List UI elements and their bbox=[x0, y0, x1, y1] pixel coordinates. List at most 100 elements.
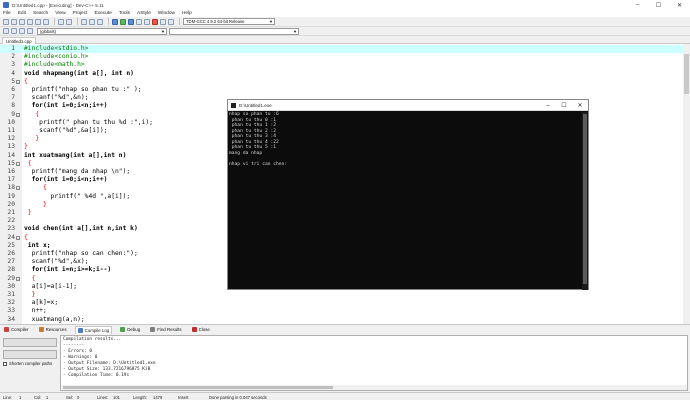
goto-icon[interactable] bbox=[97, 18, 103, 25]
editor-vertical-scrollbar[interactable] bbox=[683, 44, 690, 324]
fold-toggle-icon[interactable]: - bbox=[16, 276, 20, 281]
toolbar-divider bbox=[179, 18, 180, 25]
compile-run-icon[interactable] bbox=[128, 18, 134, 25]
console-scrollbar[interactable] bbox=[582, 112, 588, 290]
line-number: 6 bbox=[11, 86, 15, 93]
code-text: int x; bbox=[24, 241, 51, 249]
code-line[interactable]: 6 printf("nhap so phan tu :" ); bbox=[0, 86, 690, 94]
undo-icon[interactable] bbox=[58, 18, 64, 25]
tab-compiler[interactable]: Compiler bbox=[2, 326, 31, 334]
console-window[interactable]: D:\Untitled1.exe – ☐ ✕ nhap so phan tu :… bbox=[227, 99, 589, 290]
code-line[interactable]: 34 xuatmang(a,n); bbox=[0, 316, 690, 324]
scrollbar-thumb[interactable] bbox=[63, 386, 333, 389]
toggle-bookmark-icon[interactable] bbox=[19, 28, 25, 34]
debug-icon[interactable] bbox=[160, 18, 166, 25]
new-file-icon[interactable] bbox=[3, 18, 9, 25]
tab-close[interactable]: Close bbox=[190, 326, 212, 334]
rebuild-icon[interactable] bbox=[136, 18, 142, 25]
fold-toggle-icon[interactable]: - bbox=[16, 186, 20, 191]
code-line[interactable]: 4 void nhapmang(int a[], int n) bbox=[0, 70, 690, 78]
secondary-toolbar: (globals) ▼ ▼ bbox=[0, 27, 690, 36]
tab-debug[interactable]: Debug bbox=[118, 326, 142, 334]
code-line[interactable]: 32 a[k]=x; bbox=[0, 299, 690, 307]
find-results-icon bbox=[150, 327, 156, 332]
close-window-button[interactable]: ✕ bbox=[669, 0, 690, 10]
line-number: 34 bbox=[7, 315, 15, 323]
console-minimize-button[interactable]: – bbox=[540, 100, 556, 111]
tab-debug-label: Debug bbox=[127, 327, 141, 332]
function-select[interactable]: ▼ bbox=[169, 27, 299, 35]
scope-select[interactable]: (globals) ▼ bbox=[37, 27, 167, 35]
scrollbar-thumb[interactable] bbox=[684, 54, 689, 94]
code-line[interactable]: 2 #include<conio.h> bbox=[0, 53, 690, 61]
menu-file[interactable]: File bbox=[3, 11, 11, 16]
replace-icon[interactable] bbox=[89, 18, 95, 25]
status-mode: Insert bbox=[178, 394, 189, 400]
tab-untitled1[interactable]: Untitled1.cpp bbox=[2, 37, 36, 44]
open-file-icon[interactable] bbox=[11, 18, 17, 25]
log-line: - Compilation Time: 0.19s bbox=[63, 373, 130, 378]
code-line[interactable]: 3 #include<math.h> bbox=[0, 61, 690, 69]
code-text: { bbox=[24, 233, 28, 241]
code-line[interactable]: 31 } bbox=[0, 291, 690, 299]
menu-edit[interactable]: Edit bbox=[18, 11, 26, 16]
line-number: 18 bbox=[7, 184, 15, 192]
code-text: scanf("%d",&a[i]); bbox=[24, 127, 108, 134]
code-line[interactable]: 33 n++; bbox=[0, 307, 690, 315]
profile-icon[interactable] bbox=[168, 18, 174, 25]
tab-resources[interactable]: Resources bbox=[37, 326, 69, 334]
run-icon[interactable] bbox=[120, 18, 126, 25]
compile-icon[interactable] bbox=[112, 18, 118, 25]
toolbar-divider bbox=[54, 18, 55, 25]
menu-view[interactable]: View bbox=[55, 11, 65, 16]
compiler-select[interactable]: TDM-GCC 4.9.2 64-bit Release ▼ bbox=[183, 18, 275, 25]
abort-compilation-button[interactable] bbox=[3, 338, 57, 347]
menu-search[interactable]: Search bbox=[33, 11, 48, 16]
code-text: { bbox=[24, 159, 32, 167]
fold-toggle-icon[interactable]: - bbox=[16, 112, 20, 117]
goto-bookmark-icon[interactable] bbox=[27, 28, 33, 34]
insert-icon[interactable] bbox=[11, 28, 17, 34]
menu-tools[interactable]: Tools bbox=[119, 11, 130, 16]
print-icon[interactable] bbox=[43, 18, 49, 25]
tab-compile-log[interactable]: Compile Log bbox=[74, 325, 113, 334]
log-action-button[interactable] bbox=[3, 350, 57, 359]
code-text: n++; bbox=[24, 307, 47, 315]
save-all-icon[interactable] bbox=[27, 18, 33, 25]
menu-execute[interactable]: Execute bbox=[94, 11, 111, 16]
console-maximize-button[interactable]: ☐ bbox=[556, 100, 572, 111]
tab-find-results[interactable]: Find Results bbox=[148, 326, 183, 334]
code-line[interactable]: 5-{ bbox=[0, 78, 690, 86]
console-close-button[interactable]: ✕ bbox=[572, 100, 588, 111]
menu-astyle[interactable]: AStyle bbox=[137, 11, 151, 16]
title-bar: D:\Untitled1.cpp - [Executing] - Dev-C++… bbox=[0, 0, 690, 10]
save-icon[interactable] bbox=[19, 18, 25, 25]
class-browser-icon[interactable] bbox=[3, 28, 9, 34]
compile-log-output[interactable]: Compilation results... -------- - Errors: … bbox=[60, 335, 688, 391]
minimize-button[interactable]: – bbox=[627, 0, 648, 10]
menu-window[interactable]: Window bbox=[158, 11, 175, 16]
find-icon[interactable] bbox=[81, 18, 87, 25]
menu-help[interactable]: Help bbox=[182, 11, 192, 16]
code-line[interactable]: 1 #include<stdio.h> bbox=[0, 45, 690, 54]
log-horizontal-scrollbar[interactable] bbox=[61, 385, 687, 390]
redo-icon[interactable] bbox=[66, 18, 72, 25]
compile-log-icon bbox=[77, 327, 83, 333]
main-toolbar: TDM-GCC 4.9.2 64-bit Release ▼ bbox=[0, 17, 690, 27]
checkbox-box[interactable] bbox=[3, 361, 7, 366]
menu-project[interactable]: Project bbox=[73, 11, 88, 16]
fold-toggle-icon[interactable]: - bbox=[16, 161, 20, 166]
maximize-button[interactable]: ☐ bbox=[648, 0, 669, 10]
code-text: xuatmang(a,n); bbox=[24, 315, 85, 323]
check-syntax-icon[interactable] bbox=[144, 18, 150, 25]
shorten-paths-checkbox[interactable]: Shorten compiler paths bbox=[3, 361, 52, 366]
close-file-icon[interactable] bbox=[35, 18, 41, 25]
code-text: a[i]=a[i-1]; bbox=[24, 282, 78, 290]
scrollbar-thumb[interactable] bbox=[583, 114, 587, 284]
fold-toggle-icon[interactable]: - bbox=[16, 235, 20, 240]
code-text: printf("nhap so phan tu :" ); bbox=[24, 86, 142, 93]
toolbar-divider bbox=[108, 18, 109, 25]
console-output[interactable]: nhap so phan tu :6 phan tu thu 0 :1 phan… bbox=[228, 112, 583, 290]
stop-execution-icon[interactable] bbox=[152, 18, 158, 25]
fold-toggle-icon[interactable]: - bbox=[16, 79, 20, 84]
